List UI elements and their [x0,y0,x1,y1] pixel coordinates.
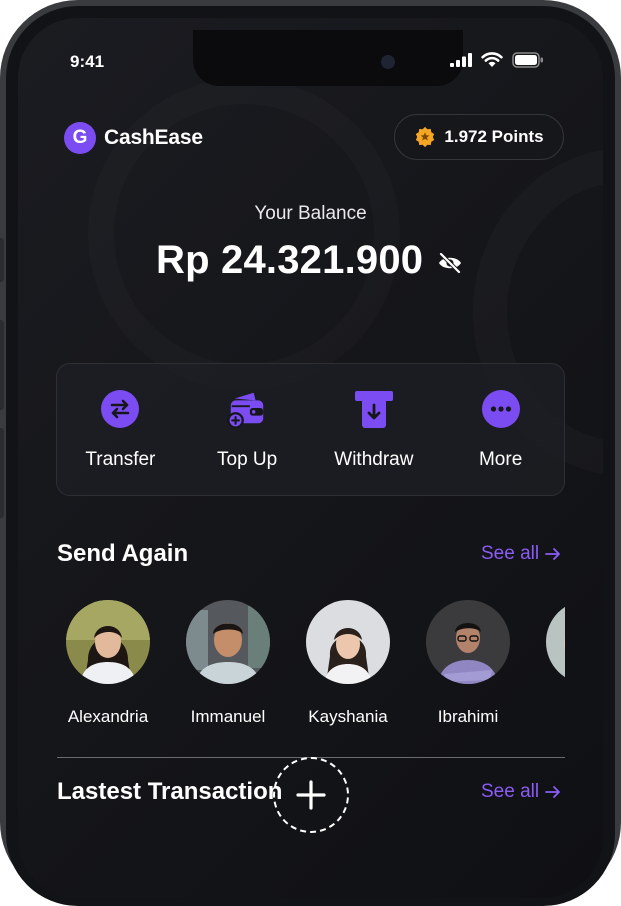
withdraw-label: Withdraw [334,449,414,470]
latest-transaction-title: Lastest Transaction [57,778,283,805]
avatar [66,600,150,684]
battery-icon [512,52,543,68]
logo-mark-icon: G [64,122,96,154]
cellular-signal-icon [450,53,472,67]
status-icons [450,52,544,68]
volume-down-button [0,428,4,518]
avatar [186,600,270,684]
contact-item[interactable]: Immanuel [168,600,288,727]
send-again-contacts: Alexandria Immanuel Kayshania Ibrahimi [66,600,565,730]
contact-item[interactable]: Ibrahimi [408,600,528,727]
balance-label: Your Balance [254,203,367,224]
avatar [306,600,390,684]
withdraw-button[interactable]: Withdraw [311,364,438,495]
more-label: More [478,449,523,470]
add-button[interactable] [273,757,349,833]
app-name: CashEase [104,126,203,149]
mute-switch [0,238,4,282]
top-up-button[interactable]: Top Up [184,364,311,495]
atm-withdraw-icon [354,389,394,429]
contact-item[interactable]: Kayshania [288,600,408,727]
contact-name: Kayshania [308,707,388,726]
contact-item[interactable]: F [528,600,565,727]
wallet-add-icon [227,389,267,429]
send-again-title: Send Again [57,540,189,567]
contact-name: Immanuel [190,707,266,726]
transfer-button[interactable]: Transfer [57,364,184,495]
front-camera [378,52,398,72]
balance-value: Rp 24.321.900 [156,238,424,282]
volume-up-button [0,320,4,410]
see-all-label: See all [481,543,540,564]
contact-item[interactable]: Alexandria [66,600,168,727]
points-badge[interactable]: 1.972 Points [394,114,564,160]
contact-name: Ibrahimi [437,707,499,726]
status-time: 9:41 [70,52,105,71]
transfer-label: Transfer [85,449,156,470]
quick-actions-panel: Transfer Top Up Withdraw More [56,363,565,496]
dynamic-island [193,30,463,86]
more-dots-icon [481,389,521,429]
arrow-right-icon [545,786,561,798]
eye-off-icon[interactable] [437,251,463,274]
send-again-see-all-link[interactable]: See all [481,543,561,565]
star-badge-icon [416,126,435,148]
arrow-right-icon [545,548,561,560]
contact-name: Alexandria [67,707,149,726]
plus-icon [296,780,326,810]
latest-see-all-link[interactable]: See all [481,781,561,803]
top-up-label: Top Up [217,449,278,470]
avatar [546,600,565,684]
app-logo: G CashEase [64,122,203,154]
wifi-icon [481,52,503,67]
points-label: 1.972 Points [444,127,544,146]
see-all-label: See all [481,781,540,802]
avatar [426,600,510,684]
balance-row: Rp 24.321.900 [156,238,463,283]
more-button[interactable]: More [437,364,564,495]
transfer-icon [100,389,140,429]
